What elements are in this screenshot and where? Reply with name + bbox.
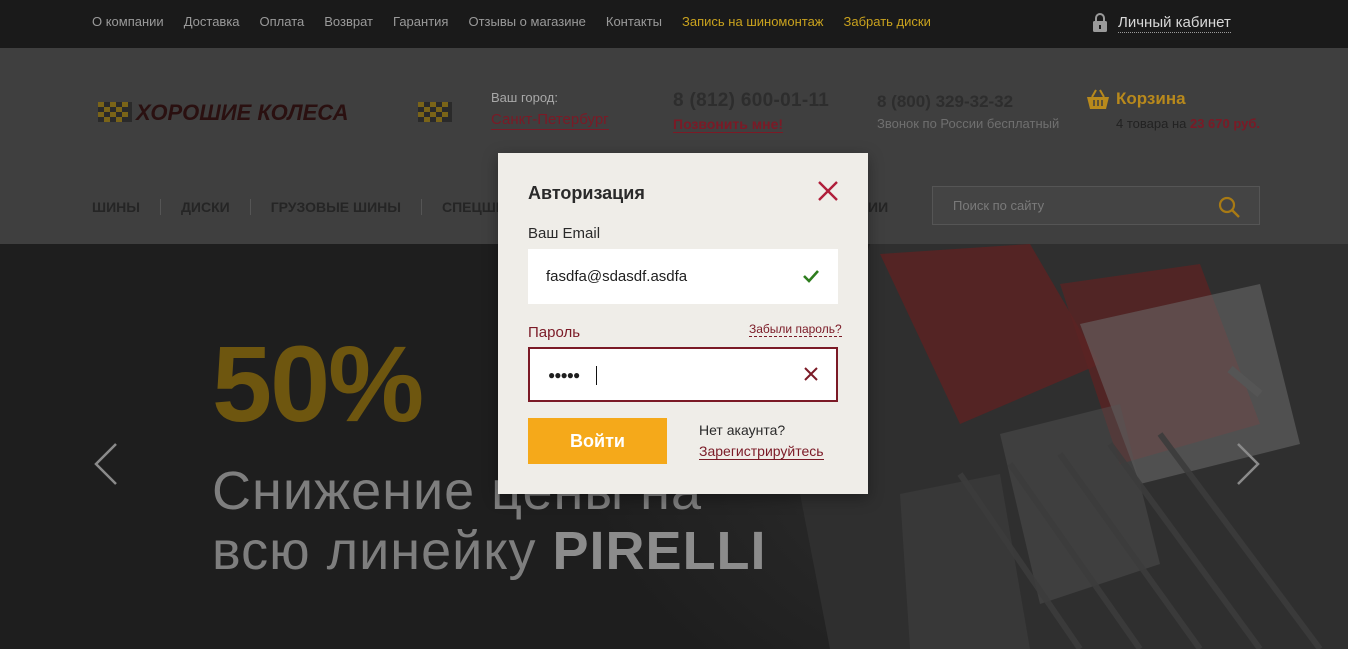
main-nav: ШИНЫ ДИСКИ ГРУЗОВЫЕ ШИНЫ СПЕЦШИ — [92, 199, 526, 215]
cart-summary-text: 4 товара на — [1116, 116, 1187, 131]
close-icon[interactable] — [816, 179, 840, 203]
cart-summary: 4 товара на 23 670 руб. — [1116, 116, 1260, 131]
promo-percent: 50% — [212, 323, 424, 444]
top-link-contacts[interactable]: Контакты — [606, 14, 662, 29]
email-field[interactable] — [528, 249, 788, 304]
checkmark-icon — [803, 270, 819, 283]
promo-line-2-prefix: всю линейку — [212, 521, 537, 581]
top-link-about[interactable]: О компании — [92, 14, 164, 29]
password-field-wrapper — [528, 347, 838, 402]
cart-label: Корзина — [1116, 89, 1186, 108]
checkered-flag-left-icon — [98, 102, 132, 122]
city-caption: Ваш город: — [491, 90, 558, 105]
phone-local: 8 (812) 600-01-11 Позвонить мне! — [673, 90, 829, 134]
phone-local-number: 8 (812) 600-01-11 — [673, 90, 830, 111]
cart-total: 23 670 руб. — [1189, 116, 1260, 131]
password-label: Пароль — [528, 324, 581, 341]
phone-free: 8 (800) 329-32-32 Звонок по России беспл… — [877, 92, 1059, 131]
phone-free-note: Звонок по России бесплатный — [877, 116, 1060, 131]
logo[interactable]: ХОРОШИЕ КОЛЕСА — [96, 96, 456, 128]
nav-item-truck-tires[interactable]: ГРУЗОВЫЕ ШИНЫ — [249, 199, 421, 215]
top-link-delivery[interactable]: Доставка — [184, 14, 240, 29]
nav-item-partial[interactable]: ИИ — [868, 199, 888, 215]
carousel-prev-arrow-icon[interactable] — [92, 442, 122, 486]
login-button[interactable]: Войти — [528, 418, 667, 464]
city-selector: Ваш город: Санкт-Петербург — [491, 90, 609, 130]
search-input[interactable] — [933, 187, 1213, 224]
nav-item-wheels[interactable]: ДИСКИ — [159, 199, 250, 215]
nav-item-tires[interactable]: ШИНЫ — [92, 199, 160, 215]
register-link[interactable]: Зарегистрируйтесь — [699, 443, 824, 460]
phone-free-number: 8 (800) 329-32-32 — [877, 92, 1014, 111]
auth-modal: Авторизация Ваш Email Пароль Забыли паро… — [498, 153, 868, 494]
carousel-next-arrow-icon[interactable] — [1232, 442, 1262, 486]
clear-error-icon[interactable] — [802, 365, 820, 383]
site-search — [932, 186, 1260, 225]
search-icon[interactable] — [1217, 195, 1241, 219]
svg-text:ХОРОШИЕ КОЛЕСА: ХОРОШИЕ КОЛЕСА — [134, 100, 349, 125]
email-label: Ваш Email — [528, 225, 601, 242]
top-link-reviews[interactable]: Отзывы о магазине — [468, 14, 585, 29]
promo-line-2: всю линейку PIRELLI — [212, 524, 767, 578]
top-link-pickup-wheels[interactable]: Забрать диски — [844, 14, 931, 29]
top-link-tire-service[interactable]: Запись на шиномонтаж — [682, 14, 823, 29]
cart[interactable]: Корзина 4 товара на 23 670 руб. — [1086, 88, 1260, 131]
personal-cabinet-link[interactable]: Личный кабинет — [1092, 13, 1231, 33]
email-field-wrapper — [528, 249, 838, 304]
top-link-warranty[interactable]: Гарантия — [393, 14, 448, 29]
promo-brand: PIRELLI — [552, 521, 767, 581]
top-link-return[interactable]: Возврат — [324, 14, 373, 29]
no-account-text: Нет акаунта? — [699, 422, 786, 438]
forgot-password-link[interactable]: Забыли пароль? — [749, 322, 842, 337]
modal-title: Авторизация — [528, 183, 645, 203]
checkered-flag-right-icon — [418, 102, 452, 122]
password-field[interactable] — [530, 349, 790, 400]
top-bar: О компании Доставка Оплата Возврат Гаран… — [0, 0, 1348, 48]
cabinet-label: Личный кабинет — [1118, 13, 1231, 33]
text-caret — [596, 366, 597, 385]
city-value-link[interactable]: Санкт-Петербург — [491, 111, 609, 130]
basket-icon — [1087, 89, 1109, 109]
top-nav: О компании Доставка Оплата Возврат Гаран… — [92, 14, 931, 29]
lock-icon — [1093, 13, 1107, 32]
call-me-link[interactable]: Позвонить мне! — [673, 116, 784, 133]
top-link-payment[interactable]: Оплата — [260, 14, 305, 29]
